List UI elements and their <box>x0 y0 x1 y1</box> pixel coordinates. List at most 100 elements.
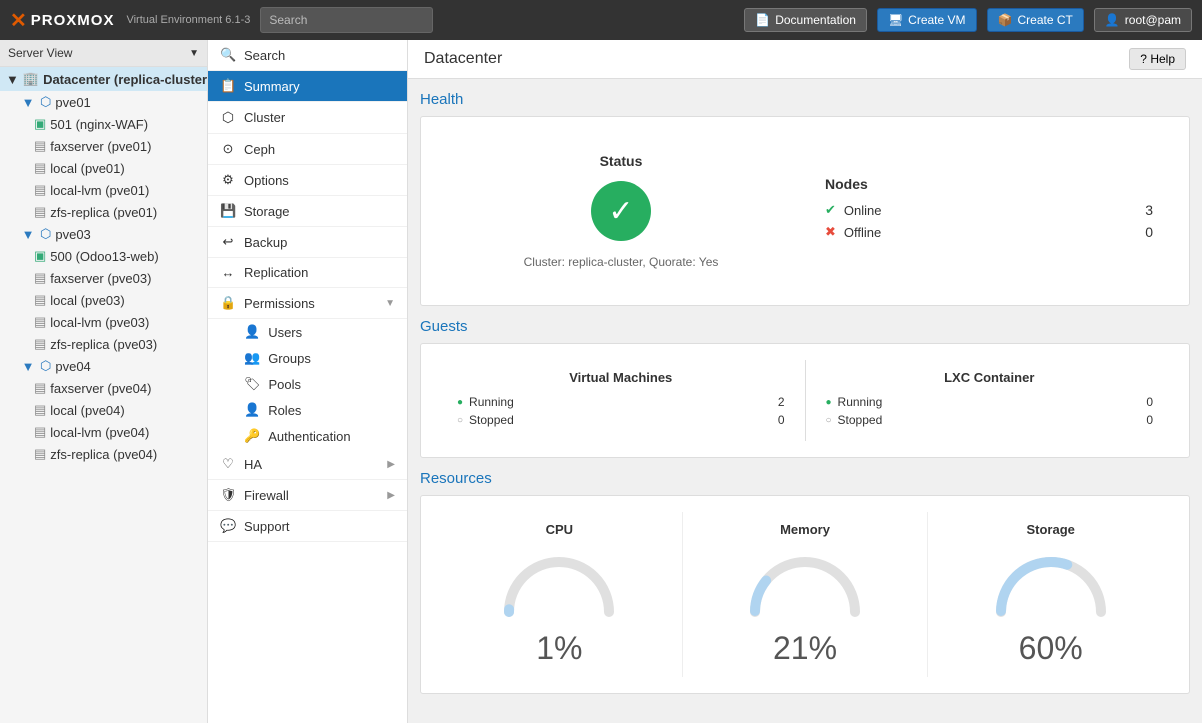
storage-icon-local-lvm-pve04: ▤ <box>34 424 46 440</box>
sidebar-item-ceph-label: Ceph <box>244 142 275 157</box>
tree-storage-zfs-pve04[interactable]: ▤ zfs-replica (pve04) <box>0 443 207 465</box>
monitor-icon: 🖥 <box>888 13 903 27</box>
offline-x-icon: ✖ <box>825 224 836 240</box>
tree-storage-local-pve04[interactable]: ▤ local (pve04) <box>0 399 207 421</box>
tree-node-pve01[interactable]: ▼ ⬡ pve01 <box>0 91 207 113</box>
tree-node-pve04[interactable]: ▼ ⬡ pve04 <box>0 355 207 377</box>
tree-storage-local-pve03[interactable]: ▤ local (pve03) <box>0 289 207 311</box>
storage-icon-zfs-pve03: ▤ <box>34 336 46 352</box>
health-card: Status ✓ Cluster: replica-cluster, Quora… <box>420 116 1190 306</box>
search-input[interactable] <box>260 7 433 33</box>
health-status-section: Status ✓ Cluster: replica-cluster, Quora… <box>437 133 805 289</box>
tree-storage-zfs-pve03[interactable]: ▤ zfs-replica (pve03) <box>0 333 207 355</box>
node-collapse-icon-pve03: ▼ <box>20 227 36 242</box>
search-icon: 🔍 <box>220 47 236 63</box>
node-label-pve03: pve03 <box>55 227 90 242</box>
sidebar-item-groups[interactable]: 👥 Groups <box>208 345 407 371</box>
tree-datacenter[interactable]: ▼ 🏢 Datacenter (replica-cluster) <box>0 67 207 91</box>
sidebar-item-search[interactable]: 🔍 Search <box>208 40 407 71</box>
lxc-title: LXC Container <box>826 370 1154 385</box>
tree-vm-nginx[interactable]: ▣ 501 (nginx-WAF) <box>0 113 207 135</box>
sidebar-item-cluster[interactable]: ⬡ Cluster <box>208 102 407 134</box>
tree-ct-faxserver-pve04[interactable]: ▤ faxserver (pve04) <box>0 377 207 399</box>
page-title: Datacenter <box>424 50 502 68</box>
ct-label-faxserver-pve03: faxserver (pve03) <box>50 271 151 286</box>
tree-storage-local-lvm-pve01[interactable]: ▤ local-lvm (pve01) <box>0 179 207 201</box>
lxc-running-label: Running <box>838 395 883 409</box>
sidebar-item-users[interactable]: 👤 Users <box>208 319 407 345</box>
main-layout: Server View ▼ ▼ 🏢 Datacenter (replica-cl… <box>0 40 1202 723</box>
storage-icon-local-pve04: ▤ <box>34 402 46 418</box>
ct-label-faxserver-pve01: faxserver (pve01) <box>50 139 151 154</box>
vm-icon-nginx: ▣ <box>34 116 46 132</box>
tree-ct-faxserver-pve03[interactable]: ▤ faxserver (pve03) <box>0 267 207 289</box>
tree-storage-local-lvm-pve04[interactable]: ▤ local-lvm (pve04) <box>0 421 207 443</box>
sidebar-item-permissions[interactable]: 🔒 Permissions ▼ <box>208 288 407 319</box>
datacenter-collapse-icon: ▼ <box>6 72 19 87</box>
node-label-pve04: pve04 <box>55 359 90 374</box>
cpu-column: CPU 1% <box>437 512 682 677</box>
tree-storage-local-lvm-pve03[interactable]: ▤ local-lvm (pve03) <box>0 311 207 333</box>
cpu-gauge <box>499 547 619 617</box>
vm-label-nginx: 501 (nginx-WAF) <box>50 117 148 132</box>
online-row: ✔ Online 3 <box>825 202 1153 218</box>
storage-icon-zfs-pve04: ▤ <box>34 446 46 462</box>
ha-expand-icon: ▶ <box>387 459 395 470</box>
tree-storage-zfs-pve01[interactable]: ▤ zfs-replica (pve01) <box>0 201 207 223</box>
sidebar-item-firewall[interactable]: 🛡 Firewall ▶ <box>208 480 407 511</box>
sidebar-item-options-label: Options <box>244 173 289 188</box>
sidebar-item-ceph[interactable]: ⊙ Ceph <box>208 134 407 165</box>
vm-running-count: 2 <box>778 395 785 409</box>
help-icon: ? <box>1140 52 1147 66</box>
sidebar-item-authentication[interactable]: 🔑 Authentication <box>208 423 407 449</box>
create-vm-button[interactable]: 🖥 Create VM <box>877 8 977 32</box>
sidebar-item-storage[interactable]: 💾 Storage <box>208 196 407 227</box>
storage-icon-local-lvm-pve03: ▤ <box>34 314 46 330</box>
replication-icon: ↔ <box>220 265 236 280</box>
create-ct-button[interactable]: 📦 Create CT <box>987 8 1084 32</box>
sidebar-item-replication[interactable]: ↔ Replication <box>208 258 407 288</box>
permissions-expand-icon: ▼ <box>385 298 395 309</box>
server-view-chevron-icon: ▼ <box>189 48 199 59</box>
content-body: Health Status ✓ Cluster: replica-cluster… <box>408 79 1202 718</box>
resources-grid: CPU 1% Memory 21% <box>437 512 1173 677</box>
logo-x-icon: ✕ <box>10 8 27 33</box>
left-panel: Server View ▼ ▼ 🏢 Datacenter (replica-cl… <box>0 40 208 723</box>
user-label: root@pam <box>1125 13 1181 27</box>
tree-vm-odoo[interactable]: ▣ 500 (Odoo13-web) <box>0 245 207 267</box>
documentation-button[interactable]: 📄 Documentation <box>744 8 867 32</box>
cluster-icon: ⬡ <box>220 109 236 126</box>
tree-ct-faxserver-pve01[interactable]: ▤ faxserver (pve01) <box>0 135 207 157</box>
sidebar-item-support[interactable]: 💬 Support <box>208 511 407 542</box>
storage-icon-zfs-pve01: ▤ <box>34 204 46 220</box>
container-icon: 📦 <box>998 13 1013 27</box>
sidebar-item-ha-label: HA <box>244 457 262 472</box>
user-button[interactable]: 👤 root@pam <box>1094 8 1192 32</box>
sidebar-item-options[interactable]: ⚙ Options <box>208 165 407 196</box>
node-collapse-icon-pve04: ▼ <box>20 359 36 374</box>
vm-stopped-row: ○ Stopped 0 <box>457 413 785 427</box>
vm-running-icon: ● <box>457 397 463 408</box>
sidebar-item-replication-label: Replication <box>244 265 308 280</box>
sidebar-item-summary[interactable]: 📋 Summary <box>208 71 407 102</box>
vm-icon-odoo: ▣ <box>34 248 46 264</box>
sidebar-item-backup[interactable]: ↩ Backup <box>208 227 407 258</box>
ha-icon: ♡ <box>220 456 236 472</box>
sidebar-item-ha[interactable]: ♡ HA ▶ <box>208 449 407 480</box>
offline-row: ✖ Offline 0 <box>825 224 1153 240</box>
lxc-running-count: 0 <box>1146 395 1153 409</box>
server-view-header: Server View ▼ <box>0 40 207 67</box>
sidebar-item-pools[interactable]: 🏷 Pools <box>208 371 407 397</box>
ct-label-faxserver-pve04: faxserver (pve04) <box>50 381 151 396</box>
tree-node-pve03[interactable]: ▼ ⬡ pve03 <box>0 223 207 245</box>
vm-section: Virtual Machines ● Running 2 ○ Stopped 0 <box>437 360 805 441</box>
status-heading: Status <box>600 153 643 169</box>
guests-section-title: Guests <box>420 318 1190 335</box>
help-button[interactable]: ? Help <box>1129 48 1186 70</box>
sidebar-item-roles[interactable]: 👤 Roles <box>208 397 407 423</box>
memory-gauge <box>745 547 865 617</box>
storage-label-zfs-pve03: zfs-replica (pve03) <box>50 337 157 352</box>
tree-storage-local-pve01[interactable]: ▤ local (pve01) <box>0 157 207 179</box>
storage-column: Storage 60% <box>928 512 1173 677</box>
node-label-pve01: pve01 <box>55 95 90 110</box>
